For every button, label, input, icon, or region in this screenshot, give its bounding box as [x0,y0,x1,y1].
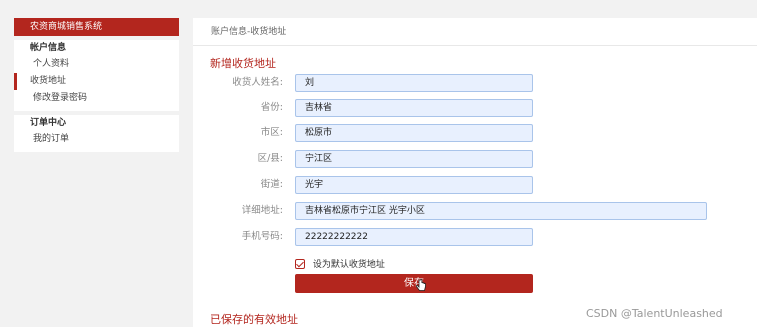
account-section: 帐户信息 个人资料 收货地址 修改登录密码 [14,40,179,111]
order-section-title: 订单中心 [30,118,67,128]
breadcrumb: 账户信息-收货地址 [193,18,757,46]
field-row-phone: 手机号码: 22222222222 [193,228,757,246]
default-address-option[interactable]: 设为默认收货地址 [295,257,385,270]
phone-label: 手机号码: [241,231,283,242]
district-input[interactable]: 宁江区 [295,150,533,168]
account-section-title: 帐户信息 [30,43,67,53]
new-address-title: 新增收货地址 [210,57,276,70]
phone-input[interactable]: 22222222222 [295,228,533,246]
sidebar-item-profile[interactable]: 个人资料 [14,56,179,73]
detail-address-label: 详细地址: [241,205,283,216]
city-label: 市区: [260,127,283,138]
saved-addresses-title: 已保存的有效地址 [210,313,298,326]
field-row-province: 省份: 吉林省 [193,99,757,117]
save-button[interactable]: 保存 [295,274,533,293]
default-address-label: 设为默认收货地址 [312,260,385,270]
sidebar-item-orders[interactable]: 我的订单 [14,131,179,148]
watermark: CSDN @TalentUnleashed [586,307,723,320]
province-label: 省份: [260,102,283,113]
street-input[interactable]: 光宇 [295,176,533,194]
detail-address-input[interactable]: 吉林省松原市宁江区 光宇小区 [295,202,707,220]
order-section: 订单中心 我的订单 [14,115,179,152]
field-row-detail: 详细地址: 吉林省松原市宁江区 光宇小区 [193,202,757,220]
hand-cursor-icon [415,279,426,291]
sidebar-item-address[interactable]: 收货地址 [14,73,179,90]
district-label: 区/县: [257,153,283,164]
field-row-city: 市区: 松原市 [193,124,757,142]
province-input[interactable]: 吉林省 [295,99,533,117]
field-row-street: 街道: 光宇 [193,176,757,194]
street-label: 街道: [260,179,283,190]
field-row-name: 收货人姓名: 刘 [193,74,757,92]
sidebar-item-password[interactable]: 修改登录密码 [14,90,179,107]
sidebar: 农资商城销售系统 帐户信息 个人资料 收货地址 修改登录密码 订单中心 我的订单 [14,18,179,152]
app-title: 农资商城销售系统 [14,18,179,36]
default-address-checkbox[interactable] [295,258,305,269]
city-input[interactable]: 松原市 [295,124,533,142]
main-panel: 账户信息-收货地址 新增收货地址 收货人姓名: 刘 省份: 吉林省 市区: 松原… [193,18,757,327]
name-input[interactable]: 刘 [295,74,533,92]
field-row-district: 区/县: 宁江区 [193,150,757,168]
name-label: 收货人姓名: [232,77,283,88]
